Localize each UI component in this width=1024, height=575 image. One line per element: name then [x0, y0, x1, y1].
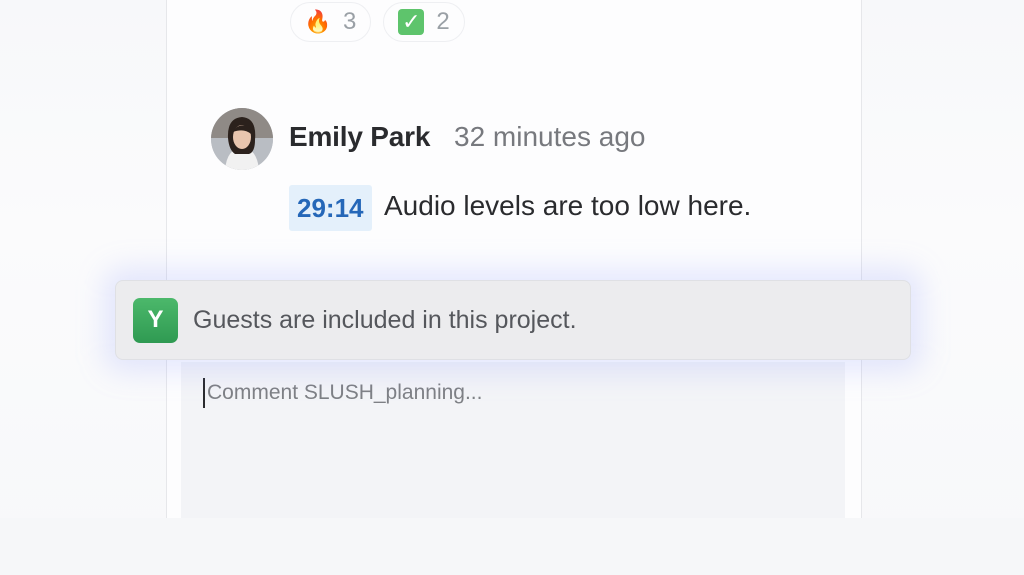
- reaction-count: 3: [343, 8, 357, 35]
- reactions-bar: 🔥 3 ✓ 2: [290, 2, 465, 42]
- check-mark-icon: ✓: [398, 9, 425, 35]
- reaction-check[interactable]: ✓ 2: [383, 2, 465, 42]
- reaction-fire[interactable]: 🔥 3: [290, 2, 372, 42]
- comment-text: Audio levels are too low here.: [384, 190, 752, 221]
- reaction-count: 2: [436, 8, 450, 35]
- fire-icon: 🔥: [304, 9, 332, 34]
- notification-banner: Y Guests are included in this project.: [115, 280, 911, 360]
- notification-text: Guests are included in this project.: [193, 305, 577, 334]
- comment-input[interactable]: [207, 378, 767, 408]
- bottom-background: [0, 518, 1024, 575]
- workspace-badge-icon: Y: [133, 297, 178, 343]
- avatar[interactable]: [211, 108, 273, 170]
- comment-thread-view: 🔥 3 ✓ 2 Emily Park 32 minutes ago 29:14 …: [0, 0, 1024, 575]
- comment-time-ago: 32 minutes ago: [454, 121, 646, 152]
- text-caret: [203, 378, 205, 408]
- comment-author[interactable]: Emily Park: [289, 121, 430, 153]
- video-timestamp-link[interactable]: 29:14: [289, 185, 372, 231]
